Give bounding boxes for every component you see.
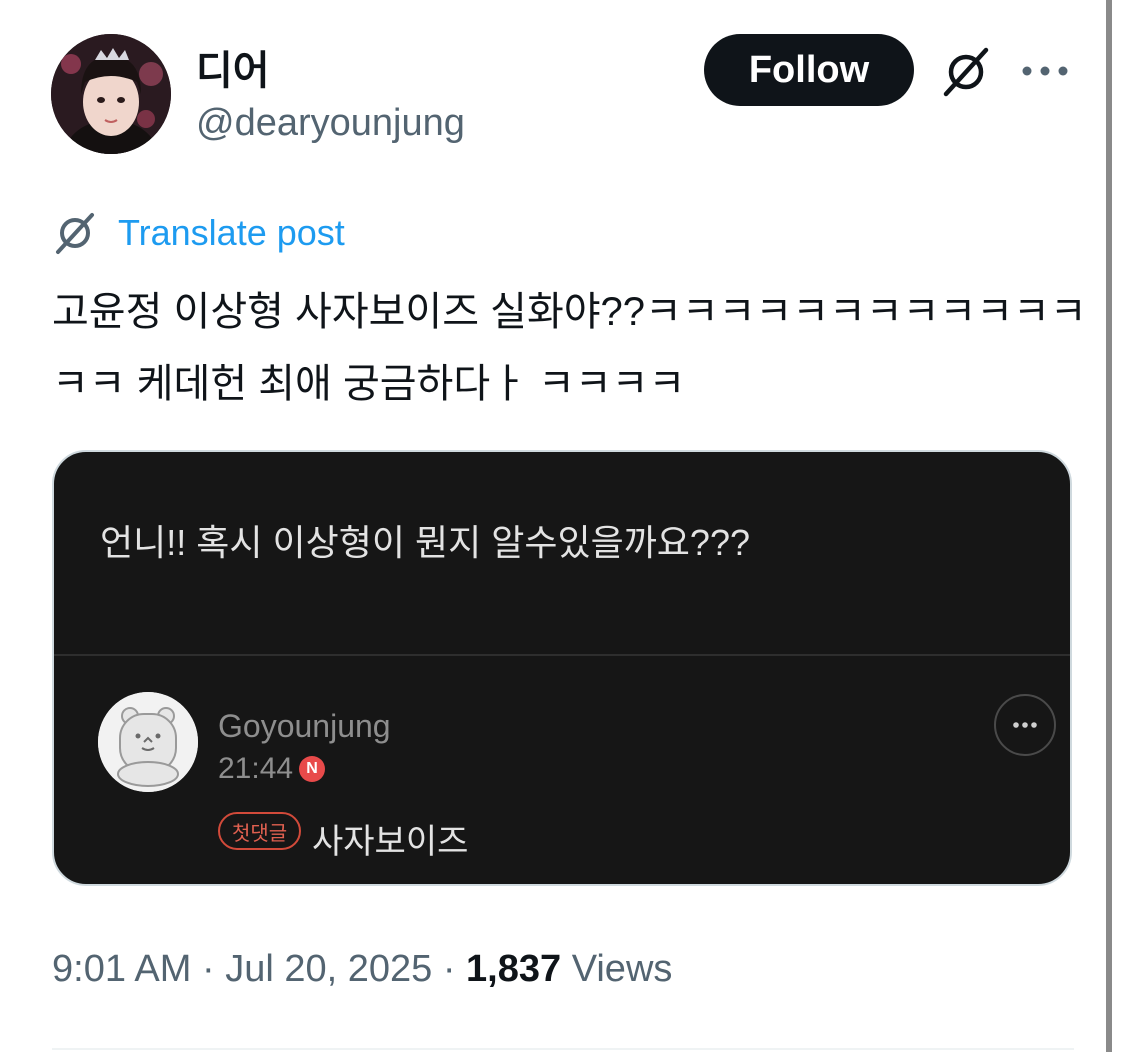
post-text: 고윤정 이상형 사자보이즈 실화야??ㅋㅋㅋㅋㅋㅋㅋㅋㅋㅋㅋㅋㅋㅋ 케데헌 최애… <box>52 290 1087 406</box>
separator: · <box>432 947 467 990</box>
comment-avatar <box>98 692 198 792</box>
translate-post-label: Translate post <box>118 212 345 253</box>
grok-icon[interactable] <box>938 44 994 100</box>
follow-button[interactable]: Follow <box>704 34 914 106</box>
comment-time-text: 21:44 <box>218 752 294 785</box>
views-count: 1,837 <box>466 947 562 990</box>
more-dots-icon <box>1013 722 1037 728</box>
translate-post-link[interactable]: Translate post <box>52 208 345 258</box>
post-time[interactable]: 9:01 AM <box>52 948 191 991</box>
new-badge: N <box>299 756 326 782</box>
divider <box>54 654 1070 656</box>
first-comment-badge: 첫댓글 <box>218 812 302 850</box>
more-options-icon[interactable] <box>1020 60 1070 82</box>
divider <box>52 1048 1074 1050</box>
media-question-text: 언니!! 혹시 이상형이 뭔지 알수있을까요??? <box>100 522 750 563</box>
display-name[interactable]: 디어 <box>196 38 270 96</box>
post-date[interactable]: Jul 20, 2025 <box>225 948 432 991</box>
media-image[interactable]: 언니!! 혹시 이상형이 뭔지 알수있을까요??? Goyounjung 21:… <box>52 450 1072 886</box>
comment-more-button <box>994 694 1056 756</box>
user-handle[interactable]: @dearyounjung <box>196 102 465 145</box>
comment-author: Goyounjung <box>218 708 391 744</box>
bear-avatar-icon <box>98 692 198 792</box>
profile-photo <box>51 34 171 154</box>
separator: · <box>191 947 226 990</box>
comment-body: 사자보이즈 <box>312 823 469 861</box>
comment-time: 21:44 N <box>218 752 326 786</box>
scrollbar[interactable] <box>1106 0 1112 1052</box>
post-meta: 9:01 AM · Jul 20, 2025 · 1,837 Views <box>52 944 672 994</box>
grok-icon <box>56 213 94 254</box>
views-label: Views <box>571 947 673 990</box>
avatar[interactable] <box>51 34 171 154</box>
